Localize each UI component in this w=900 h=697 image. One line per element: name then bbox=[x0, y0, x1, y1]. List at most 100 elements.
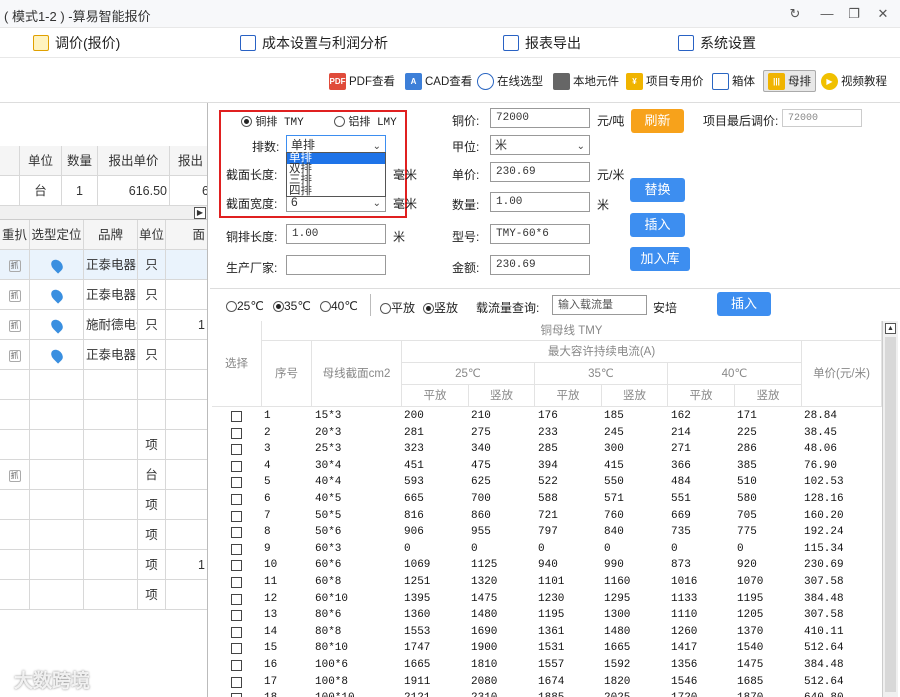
cell-grab[interactable]: 抓 bbox=[0, 460, 30, 490]
pdf-view-button[interactable]: PDF PDF查看 bbox=[329, 70, 395, 92]
cell-locate[interactable] bbox=[30, 490, 84, 520]
video-tutorial-button[interactable]: ▶ 视频教程 bbox=[821, 70, 887, 92]
menu-adjust-price[interactable]: 调价(报价) bbox=[33, 33, 120, 53]
table-row[interactable]: 5 40*4 593 625 522 550 484 510 102.53 bbox=[212, 475, 882, 492]
location-pin-icon[interactable] bbox=[48, 287, 65, 304]
cell-brand[interactable] bbox=[84, 520, 138, 550]
cell-quote[interactable]: 6 bbox=[170, 176, 207, 206]
table-row[interactable]: 14 80*8 1553 1690 1361 1480 1260 1370 410.11 bbox=[212, 625, 882, 642]
insert-button[interactable]: 插入 bbox=[630, 213, 685, 237]
grab-tag[interactable]: 抓 bbox=[8, 259, 21, 272]
row-checkbox[interactable] bbox=[231, 427, 242, 439]
cell-locate[interactable] bbox=[30, 370, 84, 400]
cell-grab[interactable] bbox=[0, 520, 30, 550]
scroll-thumb[interactable] bbox=[885, 337, 896, 692]
cell-grab[interactable] bbox=[0, 370, 30, 400]
cell-unit[interactable]: 台 bbox=[138, 460, 166, 490]
row-checkbox[interactable] bbox=[231, 643, 242, 655]
vertical-scrollbar[interactable]: ▲ bbox=[882, 321, 898, 697]
location-pin-icon[interactable] bbox=[48, 317, 65, 334]
row-checkbox[interactable] bbox=[231, 527, 242, 539]
row-checkbox[interactable] bbox=[231, 626, 242, 638]
cell-unit[interactable]: 只 bbox=[138, 310, 166, 340]
cell-unit[interactable]: 项 bbox=[138, 490, 166, 520]
cell-grab[interactable]: 抓 bbox=[0, 250, 30, 280]
table-row[interactable]: 4 30*4 451 475 394 415 366 385 76.90 bbox=[212, 459, 882, 476]
table-row[interactable]: 16 100*6 1665 1810 1557 1592 1356 1475 384.48 bbox=[212, 658, 882, 675]
radio-copper[interactable]: 铜排 TMY bbox=[241, 113, 304, 129]
project-price-button[interactable]: ¥ 项目专用价 bbox=[626, 70, 704, 92]
cell-unit[interactable] bbox=[138, 400, 166, 430]
horizontal-scrollbar[interactable]: ▶ bbox=[0, 206, 207, 220]
cell-unit[interactable] bbox=[138, 370, 166, 400]
copper-price-input[interactable]: 72000 bbox=[490, 108, 590, 128]
maximize-icon[interactable]: ❐ bbox=[845, 5, 863, 23]
cell-grab[interactable] bbox=[0, 490, 30, 520]
unit-price-input[interactable]: 230.69 bbox=[490, 162, 590, 182]
cell-locate[interactable] bbox=[30, 250, 84, 280]
cell-qty[interactable]: 1 bbox=[62, 176, 98, 206]
grab-tag[interactable]: 抓 bbox=[8, 469, 21, 482]
cell-unit-price[interactable]: 616.50 bbox=[98, 176, 170, 206]
cell-face[interactable] bbox=[166, 430, 207, 460]
cell-locate[interactable] bbox=[30, 430, 84, 460]
table-row[interactable]: 12 60*10 1395 1475 1230 1295 1133 1195 384.48 bbox=[212, 592, 882, 609]
table-row[interactable]: 10 60*6 1069 1125 940 990 873 920 230.69 bbox=[212, 558, 882, 575]
cell-face[interactable] bbox=[166, 280, 207, 310]
add-to-library-button[interactable]: 加入库 bbox=[630, 247, 690, 271]
cell-face[interactable] bbox=[166, 400, 207, 430]
cell-unit[interactable]: 只 bbox=[138, 250, 166, 280]
cell-brand[interactable] bbox=[84, 490, 138, 520]
cell-brand[interactable] bbox=[84, 460, 138, 490]
cell-face[interactable] bbox=[166, 370, 207, 400]
replace-button[interactable]: 替换 bbox=[630, 178, 685, 202]
menu-system-settings[interactable]: 系统设置 bbox=[678, 33, 756, 53]
cell-unit[interactable]: 项 bbox=[138, 520, 166, 550]
row-checkbox[interactable] bbox=[231, 593, 242, 605]
table-row[interactable]: 9 60*3 0 0 0 0 0 0 115.34 bbox=[212, 542, 882, 559]
radio-35c[interactable]: 35℃ bbox=[273, 299, 311, 313]
cabinet-button[interactable]: 箱体 bbox=[712, 70, 755, 92]
table-row[interactable]: 7 50*5 816 860 721 760 669 705 160.20 bbox=[212, 509, 882, 526]
cell-locate[interactable] bbox=[30, 280, 84, 310]
cell-unit[interactable]: 只 bbox=[138, 280, 166, 310]
table-row[interactable]: 18 100*10 2121 2310 1885 2025 1720 1870 640.80 bbox=[212, 691, 882, 697]
grab-tag[interactable]: 抓 bbox=[8, 349, 21, 362]
cell-locate[interactable] bbox=[30, 310, 84, 340]
table-row[interactable]: 1 15*3 200 210 176 185 162 171 28.84 bbox=[212, 409, 882, 426]
cell-brand[interactable] bbox=[84, 370, 138, 400]
cell-brand[interactable] bbox=[84, 550, 138, 580]
location-pin-icon[interactable] bbox=[48, 257, 65, 274]
table-row[interactable]: 2 20*3 281 275 233 245 214 225 38.45 bbox=[212, 426, 882, 443]
option-quad[interactable]: 四排 bbox=[287, 185, 385, 197]
row-checkbox[interactable] bbox=[231, 660, 242, 671]
cell-locate[interactable] bbox=[30, 340, 84, 370]
row-checkbox[interactable] bbox=[231, 444, 242, 456]
scroll-up-icon[interactable]: ▲ bbox=[885, 323, 896, 334]
row-checkbox[interactable] bbox=[231, 477, 242, 489]
close-icon[interactable]: ✕ bbox=[874, 5, 892, 23]
cell-face[interactable] bbox=[166, 340, 207, 370]
cell-grab[interactable] bbox=[0, 430, 30, 460]
model-input[interactable]: TMY-60*6 bbox=[490, 224, 590, 244]
grab-tag[interactable]: 抓 bbox=[8, 289, 21, 302]
online-selection-button[interactable]: 在线选型 bbox=[477, 70, 543, 92]
radio-aluminum[interactable]: 铝排 LMY bbox=[334, 113, 397, 129]
table-row[interactable]: 6 40*5 665 700 588 571 551 580 128.16 bbox=[212, 492, 882, 509]
cad-view-button[interactable]: A CAD查看 bbox=[405, 70, 472, 92]
cell-brand[interactable]: 正泰电器 bbox=[84, 250, 138, 280]
row-checkbox[interactable] bbox=[231, 610, 242, 622]
grab-tag[interactable]: 抓 bbox=[8, 319, 21, 332]
scroll-right-icon[interactable]: ▶ bbox=[194, 207, 206, 219]
cell-unit[interactable]: 项 bbox=[138, 550, 166, 580]
table-row[interactable]: 15 80*10 1747 1900 1531 1665 1417 1540 512.64 bbox=[212, 641, 882, 658]
busbar-button[interactable]: ||| 母排 bbox=[763, 70, 816, 92]
row-checkbox[interactable] bbox=[231, 460, 242, 472]
unit-select[interactable]: 米 ⌄ bbox=[490, 135, 590, 155]
cell-grab[interactable]: 抓 bbox=[0, 310, 30, 340]
cell-face[interactable]: 1 bbox=[166, 550, 207, 580]
row-checkbox[interactable] bbox=[231, 693, 242, 697]
location-pin-icon[interactable] bbox=[48, 347, 65, 364]
menu-report-export[interactable]: 报表导出 bbox=[503, 33, 581, 53]
local-components-button[interactable]: 本地元件 bbox=[553, 70, 619, 92]
